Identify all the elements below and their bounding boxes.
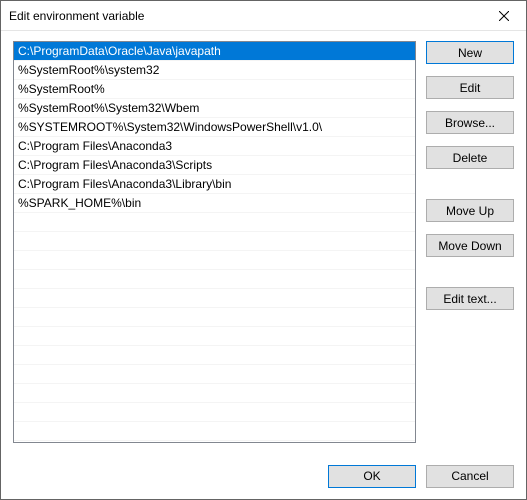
- list-item[interactable]: [14, 422, 415, 441]
- ok-button[interactable]: OK: [328, 465, 416, 488]
- new-button[interactable]: New: [426, 41, 514, 64]
- list-item[interactable]: %SystemRoot%\System32\Wbem: [14, 99, 415, 118]
- close-icon: [499, 11, 509, 21]
- list-item[interactable]: [14, 289, 415, 308]
- move-down-button[interactable]: Move Down: [426, 234, 514, 257]
- list-item[interactable]: C:\Program Files\Anaconda3\Library\bin: [14, 175, 415, 194]
- close-button[interactable]: [481, 1, 526, 30]
- path-listbox[interactable]: C:\ProgramData\Oracle\Java\javapath%Syst…: [13, 41, 416, 443]
- delete-button[interactable]: Delete: [426, 146, 514, 169]
- list-item[interactable]: [14, 346, 415, 365]
- list-item[interactable]: [14, 365, 415, 384]
- cancel-button[interactable]: Cancel: [426, 465, 514, 488]
- dialog-window: Edit environment variable C:\ProgramData…: [0, 0, 527, 500]
- list-item[interactable]: %SYSTEMROOT%\System32\WindowsPowerShell\…: [14, 118, 415, 137]
- edit-button[interactable]: Edit: [426, 76, 514, 99]
- dialog-body: C:\ProgramData\Oracle\Java\javapath%Syst…: [1, 31, 526, 453]
- list-item[interactable]: C:\Program Files\Anaconda3\Scripts: [14, 156, 415, 175]
- list-item[interactable]: [14, 327, 415, 346]
- browse-button[interactable]: Browse...: [426, 111, 514, 134]
- side-button-panel: New Edit Browse... Delete Move Up Move D…: [426, 41, 514, 453]
- list-item[interactable]: [14, 232, 415, 251]
- list-item[interactable]: %SPARK_HOME%\bin: [14, 194, 415, 213]
- list-item[interactable]: [14, 403, 415, 422]
- list-item[interactable]: %SystemRoot%\system32: [14, 61, 415, 80]
- titlebar: Edit environment variable: [1, 1, 526, 31]
- list-item[interactable]: [14, 308, 415, 327]
- list-item[interactable]: C:\ProgramData\Oracle\Java\javapath: [14, 42, 415, 61]
- list-item[interactable]: [14, 213, 415, 232]
- edit-text-button[interactable]: Edit text...: [426, 287, 514, 310]
- window-title: Edit environment variable: [9, 9, 481, 23]
- list-item[interactable]: C:\Program Files\Anaconda3: [14, 137, 415, 156]
- list-item[interactable]: %SystemRoot%: [14, 80, 415, 99]
- list-item[interactable]: [14, 251, 415, 270]
- dialog-footer: OK Cancel: [1, 453, 526, 499]
- list-item[interactable]: [14, 384, 415, 403]
- move-up-button[interactable]: Move Up: [426, 199, 514, 222]
- list-item[interactable]: [14, 270, 415, 289]
